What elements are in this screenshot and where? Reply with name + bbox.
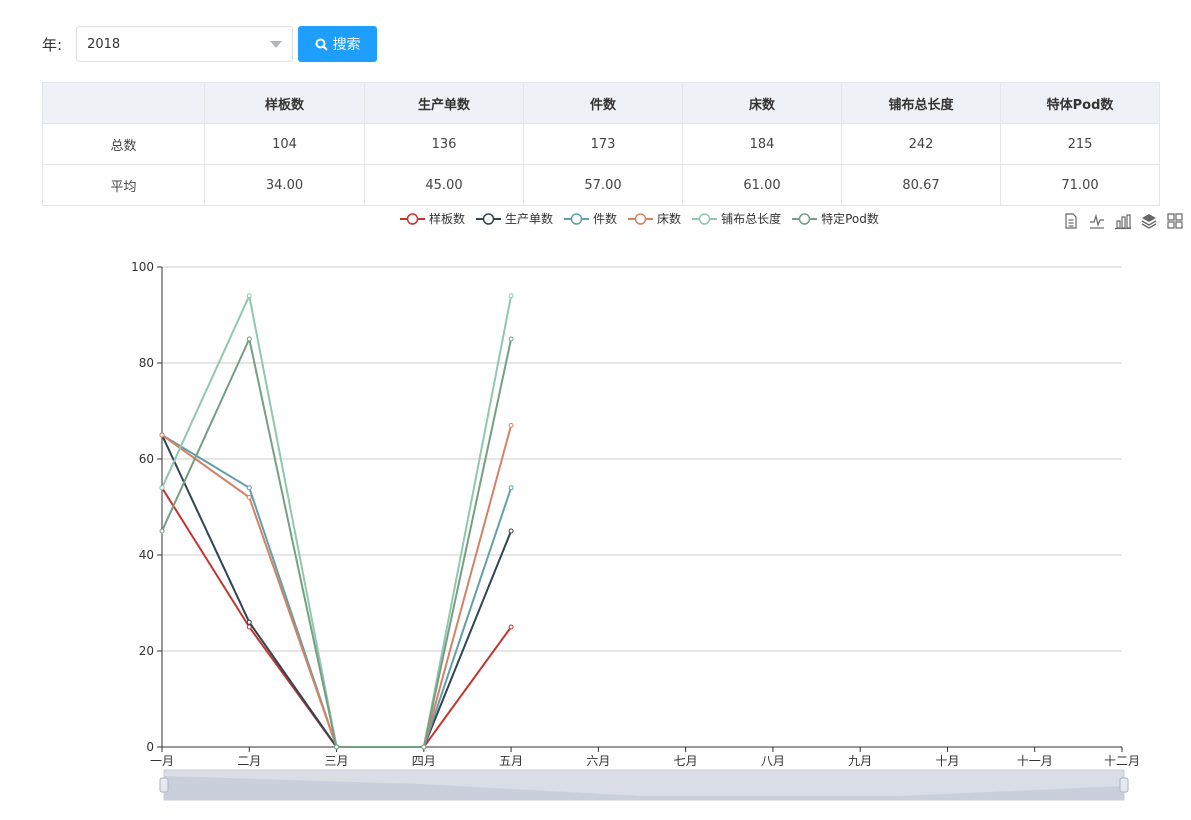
data-point: [246, 336, 252, 342]
x-tick-label: 二月: [237, 754, 261, 768]
x-tick-label: 七月: [674, 754, 698, 768]
y-tick-label: 0: [146, 740, 154, 754]
x-tick-label: 十一月: [1017, 754, 1053, 768]
x-tick-label: 一月: [150, 754, 174, 768]
data-point: [508, 485, 514, 491]
x-tick-label: 九月: [848, 754, 872, 768]
y-tick-label: 60: [139, 452, 154, 466]
data-point: [246, 293, 252, 299]
data-point: [421, 744, 427, 750]
chart-series: [159, 292, 514, 750]
chart-axes: 0 20 40 60 80 100 一月 二月 三月 四月 五月 六月 七月 八月 九月 十月 十一月 十二月: [131, 260, 1140, 768]
data-point: [159, 485, 165, 491]
data-point: [508, 336, 514, 342]
x-tick-label: 三月: [325, 754, 349, 768]
y-tick-label: 80: [139, 356, 154, 370]
x-tick-label: 五月: [499, 754, 523, 768]
x-tick-label: 四月: [412, 754, 436, 768]
data-zoom-handle[interactable]: [159, 777, 169, 793]
data-zoom-handle[interactable]: [1119, 777, 1129, 793]
data-point: [508, 528, 514, 534]
data-zoom-slider: [159, 769, 1129, 801]
data-point: [508, 293, 514, 299]
y-tick-label: 100: [131, 260, 154, 274]
x-tick-label: 八月: [761, 754, 785, 768]
data-point: [508, 422, 514, 428]
data-point: [246, 619, 252, 625]
data-point: [159, 432, 165, 438]
x-tick-label: 十二月: [1104, 754, 1140, 768]
x-tick-label: 六月: [586, 754, 610, 768]
data-point: [334, 744, 340, 750]
x-tick-label: 十月: [935, 754, 959, 768]
data-point: [246, 494, 252, 500]
data-point: [246, 485, 252, 491]
data-point: [159, 528, 165, 534]
y-tick-label: 20: [139, 644, 154, 658]
line-chart: 0 20 40 60 80 100 一月 二月 三月 四月 五月 六月 七月 八月 九月 十月 十一月 十二月: [131, 260, 1140, 801]
y-tick-label: 40: [139, 548, 154, 562]
data-point: [508, 624, 514, 630]
series-line: [161, 335, 513, 748]
